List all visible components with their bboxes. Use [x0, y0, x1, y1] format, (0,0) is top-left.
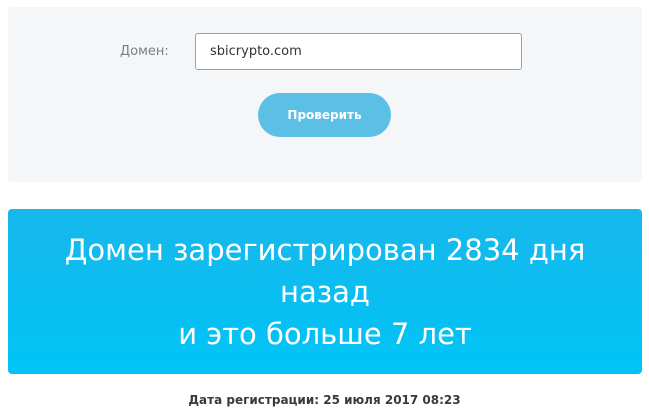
result-line-3: и это больше 7 лет: [178, 317, 472, 351]
domain-label: Домен:: [120, 44, 169, 59]
result-line-1: Домен зарегистрирован 2834 дня: [64, 233, 586, 267]
domain-input[interactable]: [195, 33, 522, 70]
result-banner: Домен зарегистрирован 2834 дня назад и э…: [8, 209, 642, 374]
registration-date: Дата регистрации: 25 июля 2017 08:23: [188, 393, 461, 407]
result-line-2: назад: [280, 275, 370, 309]
check-button[interactable]: Проверить: [258, 93, 391, 137]
domain-check-form: Домен: Проверить: [8, 7, 642, 182]
